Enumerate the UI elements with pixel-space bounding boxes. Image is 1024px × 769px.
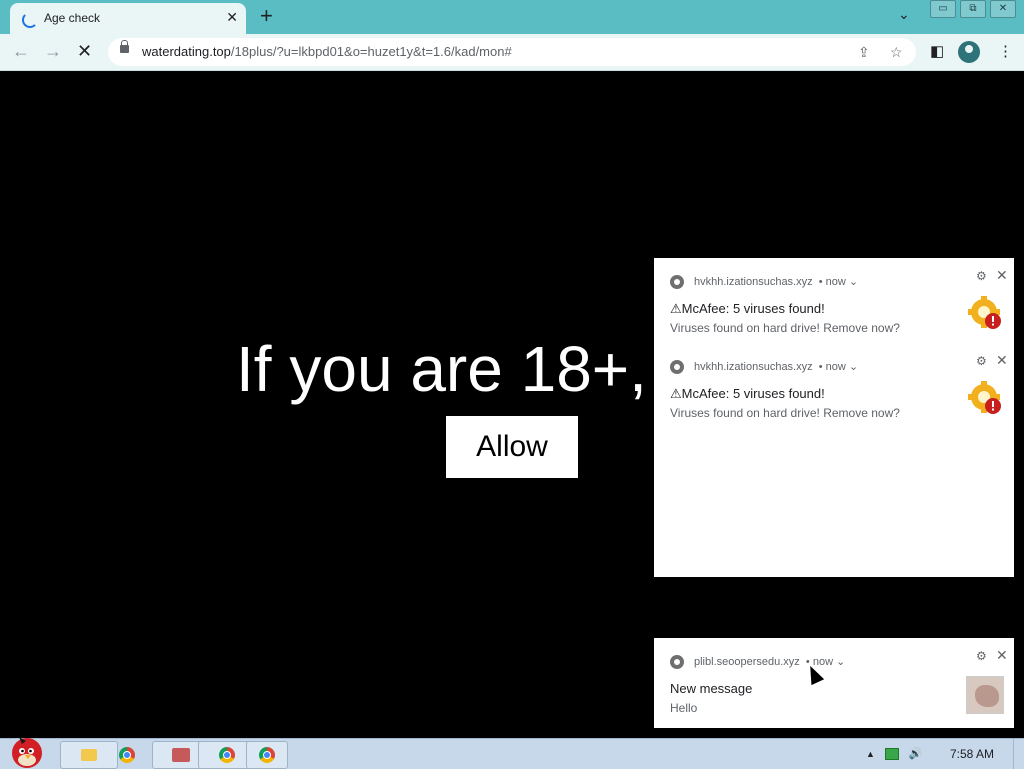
notification-settings-icon[interactable]: ⚙	[976, 354, 987, 368]
tray-expand-icon[interactable]: ▲	[866, 749, 875, 759]
notification-close-button[interactable]: ✕	[996, 647, 1008, 664]
notification-body: Viruses found on hard drive! Remove now?	[670, 406, 900, 420]
gear-warning-icon	[968, 381, 1001, 414]
address-bar[interactable]: waterdating.top/18plus/?u=lkbpd01&o=huze…	[108, 38, 916, 66]
notification-time: • now ⌄	[818, 276, 859, 288]
tab-age-check[interactable]: Age check ✕	[10, 3, 246, 34]
loading-spinner-icon	[22, 12, 38, 28]
allow-button[interactable]: Allow	[446, 416, 578, 478]
start-button-bird-icon[interactable]	[4, 731, 50, 769]
profile-avatar[interactable]	[958, 41, 980, 63]
notification-body: Hello	[670, 701, 698, 715]
notification-3[interactable]: plibl.seoopersedu.xyz • now ⌄ ⚙ ✕ New me…	[654, 644, 1014, 724]
page-headline: If you are 18+,	[236, 333, 647, 405]
lock-icon[interactable]	[120, 40, 129, 53]
chrome-icon	[670, 655, 684, 669]
notification-origin: hvkhh.izationsuchas.xyz • now ⌄	[694, 360, 858, 373]
notification-title: ⚠McAfee: 5 viruses found!	[670, 301, 825, 316]
chrome-icon	[670, 275, 684, 289]
tab-title: Age check	[44, 11, 101, 25]
notification-origin: plibl.seoopersedu.xyz • now ⌄	[694, 655, 845, 668]
show-desktop-button[interactable]	[1013, 739, 1024, 769]
restore-button[interactable]: ⧉	[960, 0, 986, 18]
browser-toolbar: ← → ✕ waterdating.top/18plus/?u=lkbpd01&…	[0, 34, 1024, 71]
minimize-button[interactable]: ▭	[930, 0, 956, 18]
url-path: /18plus/?u=lkbpd01&o=huzet1y&t=1.6/kad/m…	[230, 44, 512, 59]
notification-time: • now ⌄	[818, 361, 859, 373]
notification-settings-icon[interactable]: ⚙	[976, 649, 987, 663]
volume-icon[interactable]: 🔊	[909, 747, 923, 760]
taskbar: ▲ 🔊 7:58 AM	[0, 737, 1024, 769]
chrome-icon	[259, 747, 275, 763]
gear-warning-icon	[968, 296, 1001, 329]
notification-close-button[interactable]: ✕	[996, 267, 1008, 284]
tab-search-button[interactable]: ⌄	[898, 6, 910, 23]
close-window-button[interactable]: ✕	[990, 0, 1016, 18]
bookmark-star-icon[interactable]: ☆	[890, 44, 903, 61]
menu-icon[interactable]: ⋮	[998, 42, 1013, 60]
taskbar-clock[interactable]: 7:58 AM	[950, 747, 994, 761]
folder-icon	[81, 749, 97, 761]
side-panel-icon[interactable]: ◧	[930, 42, 944, 60]
origin-host: hvkhh.izationsuchas.xyz	[694, 361, 813, 373]
origin-host: plibl.seoopersedu.xyz	[694, 656, 800, 668]
system-tray: ▲ 🔊	[866, 747, 923, 760]
share-icon[interactable]: ⇪	[858, 44, 870, 61]
media-player-icon	[172, 748, 190, 762]
window-controls: ▭ ⧉ ✕	[926, 0, 1016, 18]
origin-host: hvkhh.izationsuchas.xyz	[694, 276, 813, 288]
tab-close-button[interactable]: ✕	[226, 9, 238, 26]
taskbar-chrome-3[interactable]	[246, 741, 288, 769]
notification-panel: hvkhh.izationsuchas.xyz • now ⌄ ⚙ ✕ ⚠McA…	[654, 258, 1014, 577]
notification-origin: hvkhh.izationsuchas.xyz • now ⌄	[694, 275, 858, 288]
url-text[interactable]: waterdating.top/18plus/?u=lkbpd01&o=huze…	[142, 44, 512, 59]
notification-1[interactable]: hvkhh.izationsuchas.xyz • now ⌄ ⚙ ✕ ⚠McA…	[654, 264, 1014, 344]
notification-title: ⚠McAfee: 5 viruses found!	[670, 386, 825, 401]
notification-settings-icon[interactable]: ⚙	[976, 269, 987, 283]
new-tab-button[interactable]: +	[260, 4, 273, 28]
chrome-icon	[119, 747, 135, 763]
chrome-icon	[219, 747, 235, 763]
photo-thumbnail	[966, 676, 1004, 714]
back-button[interactable]: ←	[12, 41, 30, 62]
stop-reload-button[interactable]: ✕	[77, 41, 92, 62]
url-host: waterdating.top	[142, 44, 231, 59]
taskbar-chrome-1[interactable]	[98, 741, 156, 769]
notification-2[interactable]: hvkhh.izationsuchas.xyz • now ⌄ ⚙ ✕ ⚠McA…	[654, 349, 1014, 429]
forward-button[interactable]: →	[44, 41, 62, 62]
notification-close-button[interactable]: ✕	[996, 352, 1008, 369]
chrome-icon	[670, 360, 684, 374]
notification-body: Viruses found on hard drive! Remove now?	[670, 321, 900, 335]
notification-title: New message	[670, 681, 753, 696]
tab-strip: Age check ✕ + ⌄ ▭ ⧉ ✕	[0, 0, 1024, 34]
notification-3-card: plibl.seoopersedu.xyz • now ⌄ ⚙ ✕ New me…	[654, 638, 1014, 728]
network-icon[interactable]	[884, 747, 899, 760]
